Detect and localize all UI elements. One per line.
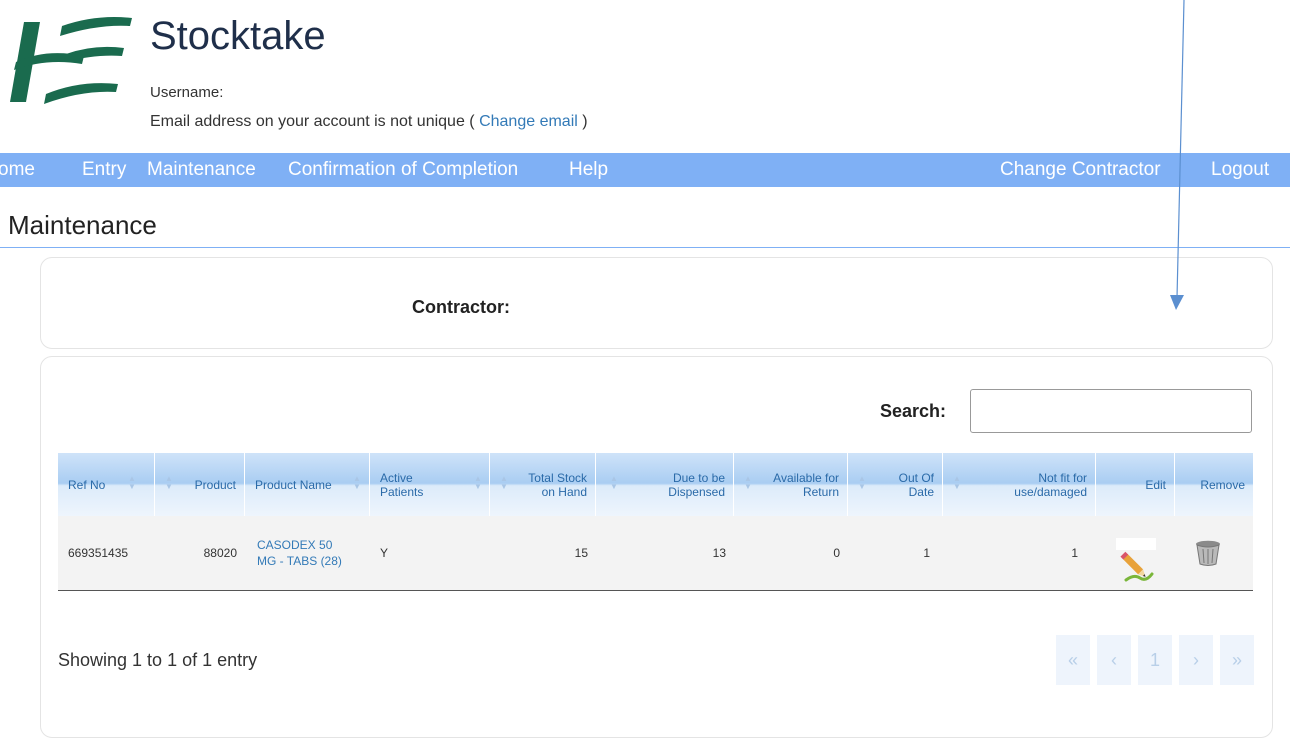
cell-product: 88020: [203, 546, 237, 560]
col-remove: Remove: [1175, 453, 1253, 516]
col-out-of-date-label: Out Of Date: [898, 470, 934, 499]
maintenance-table: Ref No ▲ ▼ ▲ ▼ Product Product Name ▲ ▼ Act…: [58, 453, 1253, 591]
product-name-link[interactable]: CASODEX 50 MG - TABS (28): [257, 537, 342, 569]
cell-product-name: CASODEX 50 MG - TABS (28): [257, 516, 367, 590]
main-nav: ome Entry Maintenance Confirmation of Co…: [0, 153, 1290, 187]
pager-first-button[interactable]: «: [1056, 635, 1090, 685]
col-due-dispensed-label: Due to be Dispensed: [668, 470, 725, 499]
pager-prev-button[interactable]: ‹: [1097, 635, 1131, 685]
change-email-link[interactable]: Change email: [479, 113, 578, 130]
username-label: Username:: [150, 84, 224, 101]
sort-arrows-icon: ▲ ▼: [953, 474, 961, 491]
sort-arrows-icon: ▲ ▼: [744, 474, 752, 491]
col-edit-label: Edit: [1145, 477, 1166, 492]
sort-arrows-icon: ▲ ▼: [500, 474, 508, 491]
cell-not-fit: 1: [1071, 546, 1078, 560]
table-info: Showing 1 to 1 of 1 entry: [58, 650, 258, 670]
nav-home[interactable]: ome: [0, 159, 35, 181]
sort-arrows-icon: ▲ ▼: [165, 474, 173, 491]
hse-logo-icon: [10, 17, 132, 104]
nav-maintenance[interactable]: Maintenance: [147, 159, 256, 181]
nav-entry[interactable]: Entry: [82, 159, 126, 181]
nav-help[interactable]: Help: [569, 159, 608, 181]
pager-page-1[interactable]: 1: [1138, 635, 1172, 685]
email-notice-prefix: Email address on your account is not uni…: [150, 113, 480, 130]
cell-available-return: 0: [833, 546, 840, 560]
cell-ref-no: 669351435: [68, 546, 129, 560]
col-total-stock[interactable]: ▲ ▼ Total Stock on Hand: [490, 453, 596, 516]
contractor-label: Contractor:: [412, 297, 510, 317]
app-title: Stocktake: [150, 14, 326, 58]
nav-logout[interactable]: Logout: [1211, 159, 1269, 181]
col-ref-no[interactable]: Ref No ▲ ▼: [58, 453, 155, 516]
col-available-return[interactable]: ▲ ▼ Available for Return: [734, 453, 848, 516]
sort-arrows-icon: ▲ ▼: [610, 474, 618, 491]
trash-bin-icon[interactable]: [1192, 540, 1224, 566]
search-label: Search:: [880, 401, 947, 421]
nav-change-contractor[interactable]: Change Contractor: [1000, 159, 1161, 181]
col-product-name-label: Product Name: [255, 477, 332, 492]
sort-arrows-icon: ▲ ▼: [858, 474, 866, 491]
email-notice: Email address on your account is not uni…: [150, 113, 588, 131]
page-title: Maintenance: [8, 210, 157, 240]
col-product[interactable]: ▲ ▼ Product: [155, 453, 245, 516]
col-active-patients[interactable]: Active Patients ▲ ▼: [370, 453, 490, 516]
col-total-stock-label: Total Stock on Hand: [528, 470, 587, 499]
col-edit: Edit: [1096, 453, 1175, 516]
col-not-fit-label: Not fit for use/damaged: [1014, 470, 1087, 499]
col-available-return-label: Available for Return: [773, 470, 839, 499]
col-ref-no-label: Ref No: [68, 477, 106, 492]
nav-confirmation[interactable]: Confirmation of Completion: [288, 159, 518, 181]
pencil-icon[interactable]: [1116, 538, 1156, 586]
col-not-fit[interactable]: ▲ ▼ Not fit for use/damaged: [943, 453, 1096, 516]
col-product-label: Product: [194, 477, 236, 492]
table-header: Ref No ▲ ▼ ▲ ▼ Product Product Name ▲ ▼ Act…: [58, 453, 1253, 516]
sort-arrows-icon: ▲ ▼: [353, 474, 361, 491]
col-remove-label: Remove: [1200, 477, 1245, 492]
cell-out-of-date: 1: [923, 546, 930, 560]
sort-arrows-icon: ▲ ▼: [474, 474, 482, 491]
title-divider: [0, 247, 1290, 248]
col-active-patients-label: Active Patients: [380, 470, 424, 499]
contractor-panel: [40, 257, 1273, 349]
cell-due-dispensed: 13: [712, 546, 726, 560]
pager-next-button[interactable]: ›: [1179, 635, 1213, 685]
pager-last-button[interactable]: »: [1220, 635, 1254, 685]
sort-arrows-icon: ▲ ▼: [128, 474, 136, 491]
table-row: 669351435 88020 CASODEX 50 MG - TABS (28)…: [58, 516, 1253, 591]
cell-total-stock: 15: [574, 546, 588, 560]
search-input[interactable]: [970, 389, 1252, 433]
col-out-of-date[interactable]: ▲ ▼ Out Of Date: [848, 453, 943, 516]
col-product-name[interactable]: Product Name ▲ ▼: [245, 453, 370, 516]
email-notice-suffix: ): [577, 113, 588, 130]
cell-active-patients: Y: [380, 546, 389, 560]
col-due-dispensed[interactable]: ▲ ▼ Due to be Dispensed: [596, 453, 734, 516]
